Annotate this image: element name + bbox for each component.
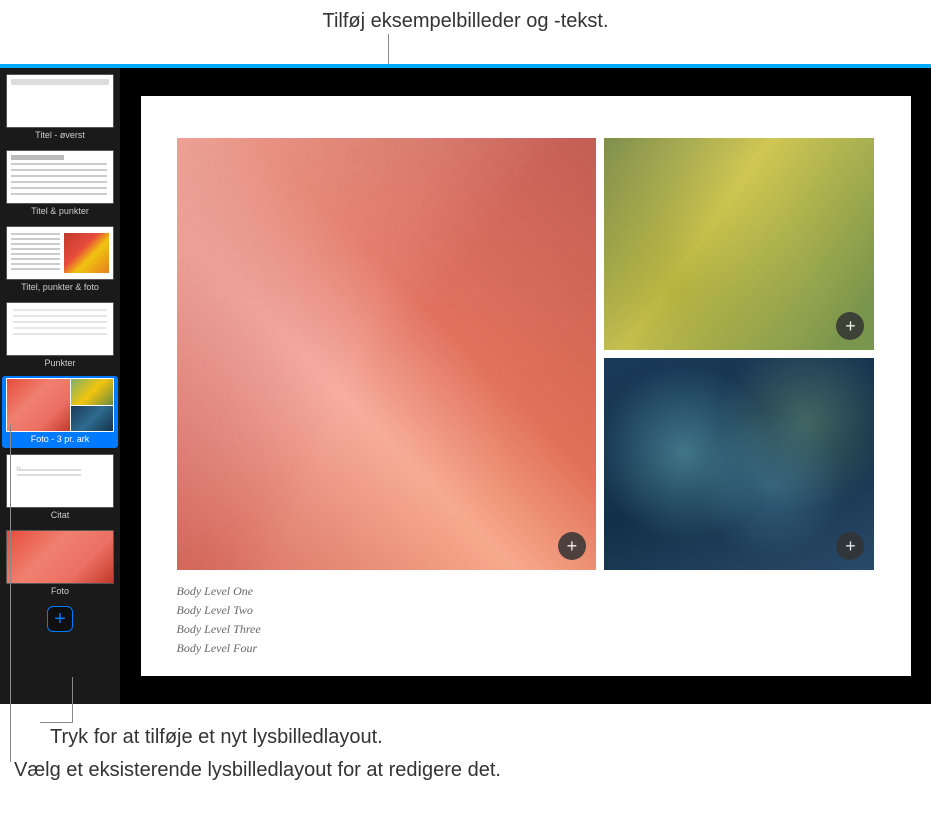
thumb-preview: [6, 454, 114, 508]
slide-layout-sidebar: Titel - øverst Titel & punkter Titel, pu…: [0, 68, 120, 704]
layout-thumb-foto-3-pr-ark[interactable]: Foto - 3 pr. ark: [2, 376, 118, 448]
thumb-preview: [6, 302, 114, 356]
thumb-label: Punkter: [6, 356, 114, 372]
layout-thumb-punkter[interactable]: Punkter: [2, 300, 118, 372]
callout-top: Tilføj eksempelbilleder og -tekst.: [0, 0, 931, 37]
add-image-icon[interactable]: +: [836, 312, 864, 340]
thumb-preview: [6, 226, 114, 280]
layout-thumb-titel-punkter[interactable]: Titel & punkter: [2, 148, 118, 220]
body-level-line: Body Level Three: [177, 622, 875, 637]
image-placeholder-top-right[interactable]: +: [604, 138, 875, 350]
image-placeholder-large[interactable]: +: [177, 138, 596, 570]
body-level-line: Body Level Two: [177, 603, 875, 618]
callout-leader-select: [10, 424, 11, 762]
add-image-icon[interactable]: +: [558, 532, 586, 560]
add-slide-layout-button[interactable]: +: [47, 606, 73, 632]
body-level-line: Body Level Four: [177, 641, 875, 656]
thumb-label: Foto: [6, 584, 114, 600]
body-text-placeholder[interactable]: Body Level One Body Level Two Body Level…: [177, 584, 875, 656]
thumb-label: Citat: [6, 508, 114, 524]
image-placeholder-bottom-right[interactable]: +: [604, 358, 875, 570]
body-level-line: Body Level One: [177, 584, 875, 599]
callouts-bottom: Tryk for at tilføje et nyt lysbilledlayo…: [0, 704, 931, 792]
callout-select-layout: Vælg et eksisterende lysbilledlayout for…: [14, 759, 931, 782]
thumb-label: Titel - øverst: [6, 128, 114, 144]
layout-thumb-titel-overst[interactable]: Titel - øverst: [2, 72, 118, 144]
slide-canvas: + + + Body Level One Body Level Two Body…: [120, 68, 931, 704]
slide: + + + Body Level One Body Level Two Body…: [141, 96, 911, 676]
plus-icon: +: [54, 609, 66, 629]
callout-add-layout: Tryk for at tilføje et nyt lysbilledlayo…: [50, 726, 931, 749]
thumb-label: Titel, punkter & foto: [6, 280, 114, 296]
thumb-preview: [6, 530, 114, 584]
app-frame: Titel - øverst Titel & punkter Titel, pu…: [0, 64, 931, 704]
thumb-preview: [6, 150, 114, 204]
thumb-preview: [6, 378, 114, 432]
thumb-preview: [6, 74, 114, 128]
add-image-icon[interactable]: +: [836, 532, 864, 560]
callout-leader-add: [72, 677, 73, 723]
image-grid: + + +: [177, 138, 875, 570]
layout-thumb-titel-punkter-foto[interactable]: Titel, punkter & foto: [2, 224, 118, 296]
thumb-label: Titel & punkter: [6, 204, 114, 220]
thumb-label: Foto - 3 pr. ark: [6, 432, 114, 448]
layout-thumb-foto[interactable]: Foto: [2, 528, 118, 600]
layout-thumb-citat[interactable]: Citat: [2, 452, 118, 524]
